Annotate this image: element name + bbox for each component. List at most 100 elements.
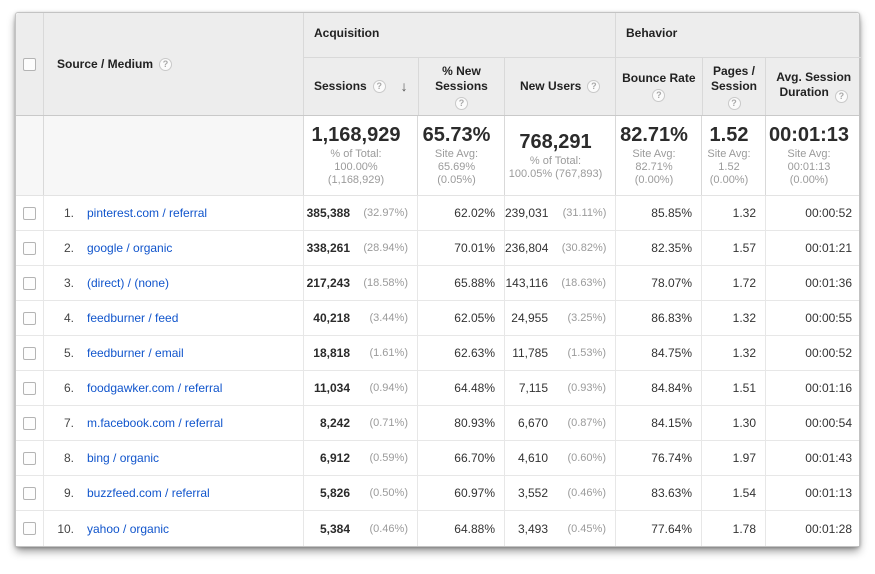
source-medium-link[interactable]: bing / organic [87,451,159,465]
summary-sub-line: 82.71% [635,161,672,174]
bounce-rate-value: 77.64% [651,522,692,536]
row-checkbox[interactable] [23,382,36,395]
help-icon[interactable]: ? [159,58,172,71]
row-checkbox[interactable] [23,207,36,220]
avg-session-duration-value: 00:01:13 [805,486,852,500]
pct-new-sessions-value: 62.02% [454,206,495,220]
new-users-value: 6,670 [505,416,548,430]
summary-checkbox-cell [16,116,43,195]
new-users-cell: 4,610 (0.60%) [504,441,615,475]
new-users-value: 11,785 [505,346,548,360]
new-users-percent: (31.11%) [548,207,606,219]
pct-new-sessions-value: 66.70% [454,451,495,465]
summary-sub-line: 100.05% (767,893) [509,168,603,181]
new-users-header[interactable]: New Users ? [504,58,615,115]
sessions-header[interactable]: Sessions ? ↓ [304,58,418,115]
row-checkbox[interactable] [23,312,36,325]
pages-session-value: 1.57 [733,241,756,255]
pages-session-cell: 1.51 [701,371,765,405]
pct-new-sessions-value: 64.88% [454,522,495,536]
pages-session-value: 1.72 [733,276,756,290]
source-medium-report-table: Source / Medium ? Acquisition Sessions ?… [15,12,860,547]
row-checkbox-cell [16,301,43,335]
pct-new-sessions-value: 62.05% [454,311,495,325]
pct-new-sessions-cell: 65.88% [417,266,504,300]
help-icon[interactable]: ? [587,80,600,93]
source-medium-link[interactable]: google / organic [87,241,172,255]
new-users-percent: (0.46%) [548,487,606,499]
bounce-rate-cell: 77.64% [615,511,701,546]
source-medium-link[interactable]: m.facebook.com / referral [87,416,223,430]
pages-session-cell: 1.57 [701,231,765,265]
source-medium-cell: 7. m.facebook.com / referral [43,406,303,440]
row-checkbox[interactable] [23,417,36,430]
bounce-rate-cell: 82.35% [615,231,701,265]
row-checkbox[interactable] [23,242,36,255]
bounce-rate-value: 84.15% [651,416,692,430]
sessions-value: 18,818 [304,346,350,360]
sessions-percent: (0.46%) [350,523,408,535]
source-medium-link[interactable]: feedburner / email [87,346,184,360]
row-checkbox[interactable] [23,347,36,360]
row-checkbox[interactable] [23,277,36,290]
pages-session-value: 1.51 [733,381,756,395]
new-users-value: 3,552 [505,486,548,500]
table-body: 1. pinterest.com / referral 385,388 (32.… [16,196,859,546]
new-users-percent: (0.45%) [548,523,606,535]
bounce-rate-header[interactable]: Bounce Rate ? [616,58,702,115]
new-users-cell: 236,804 (30.82%) [504,231,615,265]
avg-session-duration-cell: 00:00:52 [765,336,861,370]
bounce-rate-cell: 76.74% [615,441,701,475]
summary-sub-line: (0.00%) [790,174,829,187]
table-row: 5. feedburner / email 18,818 (1.61%) 62.… [16,336,859,371]
acquisition-group: Acquisition Sessions ? ↓ % New Sessions … [303,13,615,115]
source-medium-cell: 8. bing / organic [43,441,303,475]
behavior-group: Behavior Bounce Rate ? Pages / Session ?… [615,13,861,115]
new-users-cell: 11,785 (1.53%) [504,336,615,370]
pct-new-sessions-cell: 64.48% [417,371,504,405]
new-users-cell: 239,031 (31.11%) [504,196,615,230]
summary-sub-line: (0.05%) [437,174,476,187]
summary-sub-line: 1.52 [718,161,739,174]
sessions-cell: 5,826 (0.50%) [303,476,417,510]
new-users-percent: (0.87%) [548,417,606,429]
select-all-checkbox[interactable] [23,58,36,71]
help-icon[interactable]: ? [455,97,468,110]
row-checkbox[interactable] [23,452,36,465]
source-medium-link[interactable]: foodgawker.com / referral [87,381,222,395]
source-medium-link[interactable]: feedburner / feed [87,311,178,325]
avg-session-duration-value: 00:01:28 [805,522,852,536]
pct-new-sessions-header[interactable]: % New Sessions ? [418,58,505,115]
row-checkbox[interactable] [23,522,36,535]
summary-sub-line: % of Total: [530,155,581,168]
bounce-rate-cell: 85.85% [615,196,701,230]
summary-avg-session-duration-value: 00:01:13 [769,124,849,147]
source-medium-cell: 10. yahoo / organic [43,511,303,546]
avg-session-duration-header[interactable]: Avg. Session Duration? [765,58,861,115]
help-icon[interactable]: ? [373,80,386,93]
avg-session-duration-cell: 00:01:21 [765,231,861,265]
bounce-rate-cell: 86.83% [615,301,701,335]
pages-session-cell: 1.32 [701,196,765,230]
source-medium-link[interactable]: yahoo / organic [87,522,169,536]
help-icon[interactable]: ? [652,89,665,102]
sessions-percent: (18.58%) [350,277,408,289]
row-checkbox-cell [16,406,43,440]
source-medium-link[interactable]: buzzfeed.com / referral [87,486,210,500]
pages-session-header[interactable]: Pages / Session ? [702,58,766,115]
source-medium-link[interactable]: pinterest.com / referral [87,206,207,220]
help-icon[interactable]: ? [728,97,741,110]
behavior-subcolumns: Bounce Rate ? Pages / Session ? Avg. Ses… [616,58,861,115]
table-row: 7. m.facebook.com / referral 8,242 (0.71… [16,406,859,441]
row-number: 10. [44,522,74,536]
help-icon[interactable]: ? [835,90,848,103]
pct-new-sessions-value: 60.97% [454,486,495,500]
pages-session-cell: 1.78 [701,511,765,546]
sessions-header-label: Sessions [314,79,367,94]
source-medium-header[interactable]: Source / Medium ? [43,13,303,115]
source-medium-link[interactable]: (direct) / (none) [87,276,169,290]
bounce-rate-value: 82.35% [651,241,692,255]
row-checkbox[interactable] [23,487,36,500]
sort-descending-icon[interactable]: ↓ [401,79,408,94]
new-users-value: 239,031 [505,206,548,220]
